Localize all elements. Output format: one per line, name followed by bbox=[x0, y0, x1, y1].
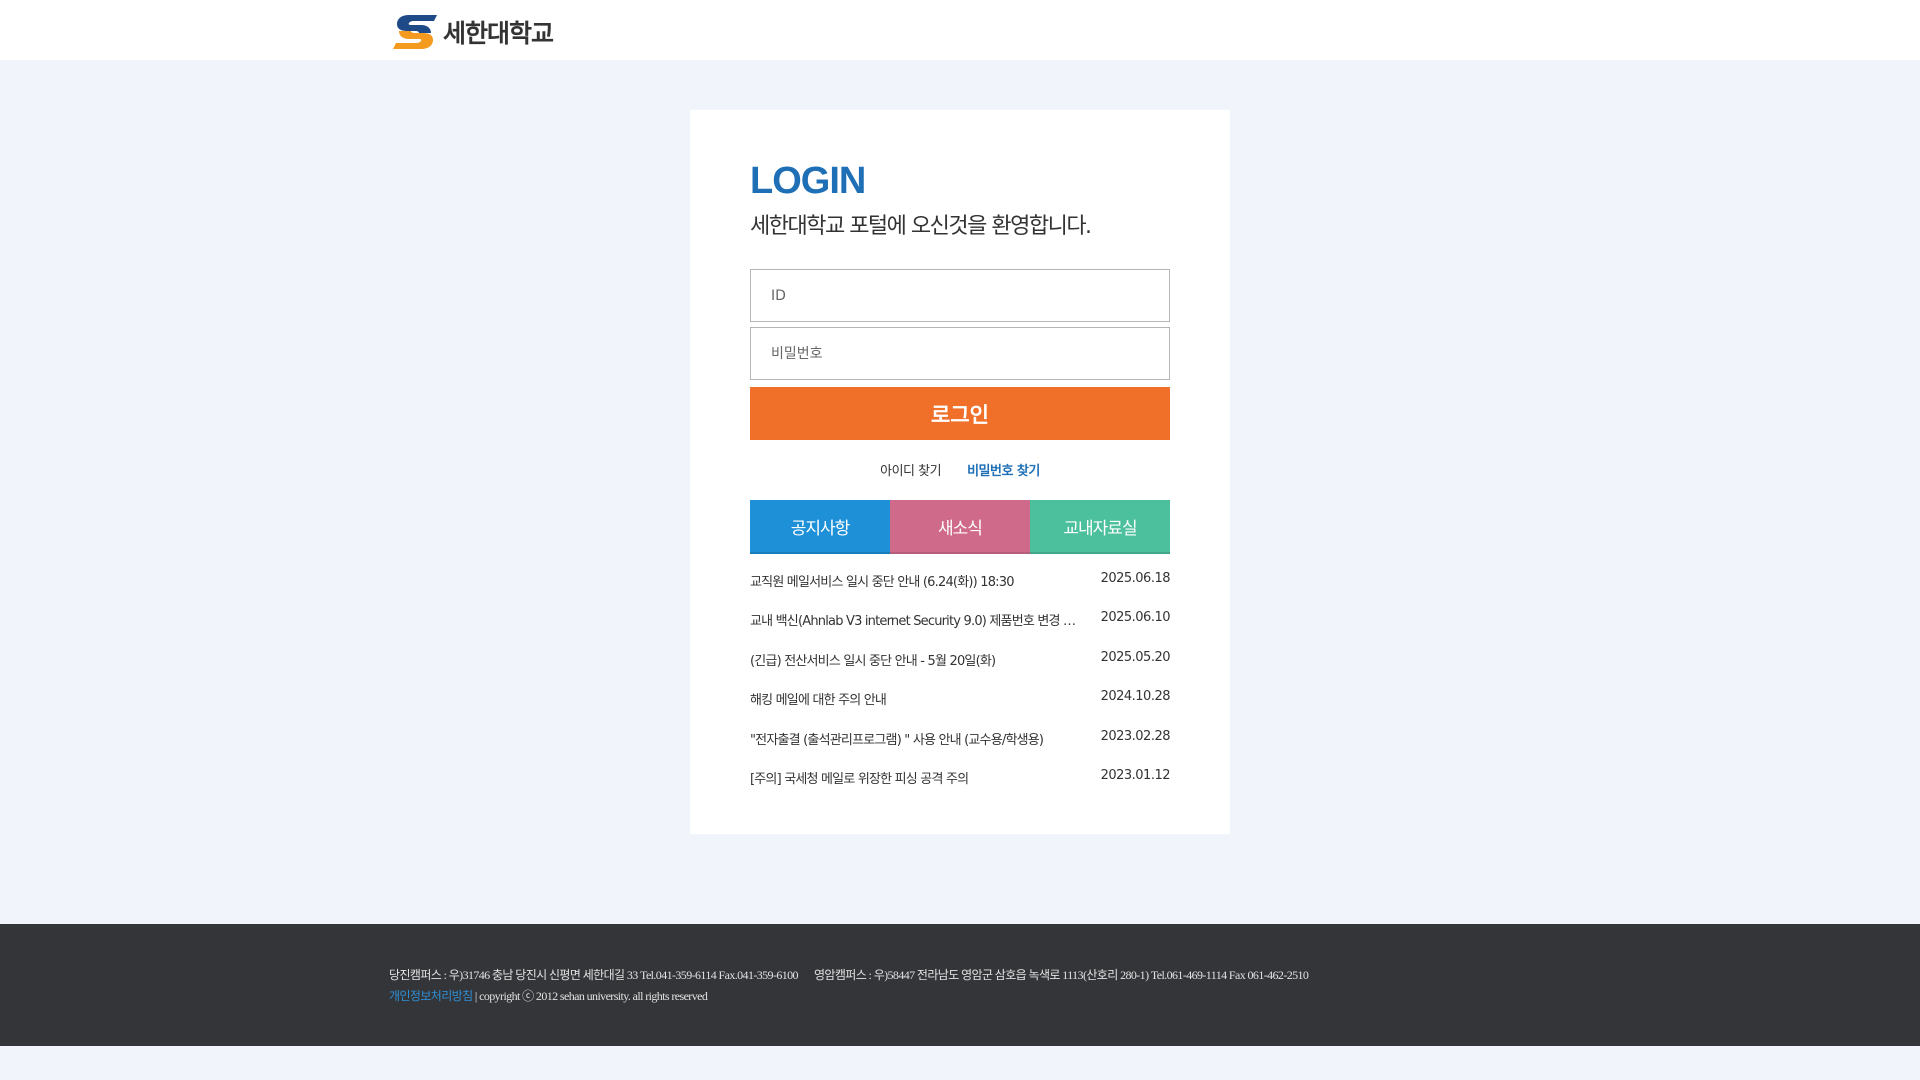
notice-title[interactable]: [주의] 국세청 메일로 위장한 피싱 공격 주의 bbox=[750, 768, 1082, 787]
notice-list: 교직원 메일서비스 일시 중단 안내 (6.24(화)) 18:30 2025.… bbox=[750, 571, 1171, 807]
tab-resources[interactable]: 교내자료실 bbox=[1030, 500, 1170, 554]
notice-title[interactable]: 교직원 메일서비스 일시 중단 안내 (6.24(화)) 18:30 bbox=[750, 571, 1082, 590]
notice-date: 2023.02.28 bbox=[1100, 728, 1171, 744]
campus-yeongam-address: 영암캠퍼스 : 우)58447 전라남도 영암군 삼호읍 녹색로 1113(산호… bbox=[813, 968, 1309, 982]
welcome-message: 세한대학교 포털에 오신것을 환영합니다. bbox=[750, 214, 1092, 239]
privacy-policy-link[interactable]: 개인정보처리방침 bbox=[389, 989, 473, 1003]
find-account-links: 아이디 찾기 비밀번호 찾기 bbox=[750, 460, 1170, 479]
notice-date: 2025.06.10 bbox=[1100, 610, 1171, 626]
find-id-link[interactable]: 아이디 찾기 bbox=[880, 460, 941, 479]
list-item: "전자출결 (출석관리프로그램) " 사용 안내 (교수용/학생용) 2023.… bbox=[750, 728, 1171, 768]
site-header: 세한대학교 bbox=[0, 0, 1920, 60]
notice-title[interactable]: (긴급) 전산서비스 일시 중단 안내 - 5월 20일(화) bbox=[750, 650, 1082, 669]
notice-date: 2023.01.12 bbox=[1100, 767, 1171, 783]
university-logo[interactable]: 세한대학교 bbox=[391, 14, 554, 50]
footer-legal: 개인정보처리방침 | copyright ⓒ 2012 sehan univer… bbox=[389, 987, 708, 1004]
tab-news[interactable]: 새소식 bbox=[890, 500, 1030, 554]
logo-text: 세한대학교 bbox=[443, 19, 554, 48]
list-item: 교내 백신(Ahnlab V3 internet Security 9.0) 제… bbox=[750, 610, 1171, 649]
find-password-link[interactable]: 비밀번호 찾기 bbox=[967, 460, 1040, 479]
login-title: LOGIN bbox=[750, 160, 866, 202]
list-item: 교직원 메일서비스 일시 중단 안내 (6.24(화)) 18:30 2025.… bbox=[750, 571, 1171, 610]
notice-title[interactable]: 해킹 메일에 대한 주의 안내 bbox=[750, 689, 1082, 708]
board-tabs: 공지사항 새소식 교내자료실 bbox=[750, 500, 1170, 554]
copyright-text: | copyright ⓒ 2012 sehan university. all… bbox=[472, 989, 708, 1003]
notice-title[interactable]: 교내 백신(Ahnlab V3 internet Security 9.0) 제… bbox=[750, 610, 1082, 629]
tab-notice[interactable]: 공지사항 bbox=[750, 500, 890, 554]
password-input[interactable] bbox=[750, 327, 1170, 380]
notice-title[interactable]: "전자출결 (출석관리프로그램) " 사용 안내 (교수용/학생용) bbox=[750, 729, 1082, 748]
login-card: LOGIN 세한대학교 포털에 오신것을 환영합니다. 로그인 아이디 찾기 비… bbox=[690, 110, 1230, 834]
logo-s-icon bbox=[393, 15, 437, 49]
list-item: 해킹 메일에 대한 주의 안내 2024.10.28 bbox=[750, 689, 1171, 728]
notice-date: 2024.10.28 bbox=[1100, 689, 1171, 705]
notice-date: 2025.06.18 bbox=[1100, 571, 1171, 586]
login-button[interactable]: 로그인 bbox=[750, 387, 1170, 440]
site-footer: 당진캠퍼스 : 우)31746 충남 당진시 신평면 세한대길 33 Tel.0… bbox=[0, 924, 1920, 1046]
list-item: (긴급) 전산서비스 일시 중단 안내 - 5월 20일(화) 2025.05.… bbox=[750, 649, 1171, 689]
id-input[interactable] bbox=[750, 269, 1170, 322]
notice-date: 2025.05.20 bbox=[1100, 649, 1171, 665]
list-item: [주의] 국세청 메일로 위장한 피싱 공격 주의 2023.01.12 bbox=[750, 767, 1171, 807]
campus-dangjin-address: 당진캠퍼스 : 우)31746 충남 당진시 신평면 세한대길 33 Tel.0… bbox=[389, 968, 799, 982]
campus-addresses: 당진캠퍼스 : 우)31746 충남 당진시 신평면 세한대길 33 Tel.0… bbox=[389, 966, 1309, 983]
